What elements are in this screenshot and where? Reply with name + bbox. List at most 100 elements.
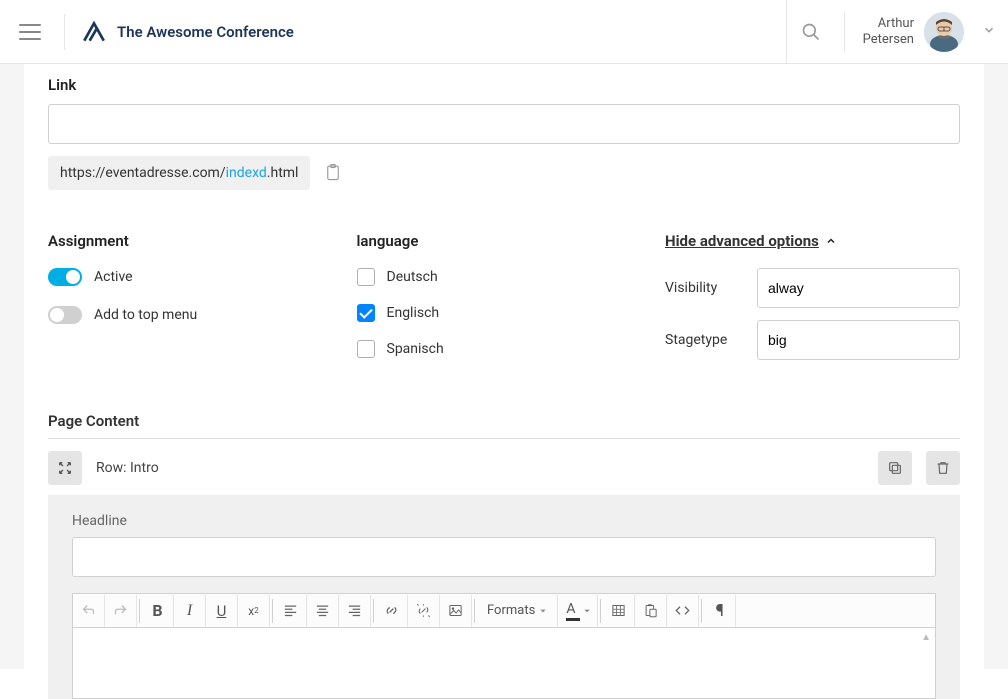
row-header: Row: Intro [48, 451, 960, 485]
brand-title: The Awesome Conference [117, 23, 294, 41]
user-first-name: Arthur [863, 16, 914, 32]
code-button[interactable] [667, 595, 699, 627]
active-toggle[interactable] [48, 268, 82, 286]
caret-down-icon [539, 607, 547, 615]
top-menu-toggle-row: Add to top menu [48, 306, 317, 324]
brand[interactable]: The Awesome Conference [81, 19, 294, 45]
divider [48, 438, 960, 439]
paragraph-button[interactable]: ¶ [704, 595, 736, 627]
advanced-toggle-label: Hide advanced options [665, 232, 819, 250]
align-left-button[interactable] [275, 595, 307, 627]
stagetype-row: Stagetype [665, 320, 960, 360]
page-content-title: Page Content [48, 412, 960, 430]
formats-label: Formats [487, 603, 535, 618]
link-input[interactable] [48, 104, 960, 144]
unlink-button[interactable] [408, 595, 440, 627]
copy-url-button[interactable] [324, 162, 344, 184]
align-right-icon [347, 603, 362, 618]
lang-deutsch-label: Deutsch [387, 269, 438, 285]
search-icon [801, 22, 821, 42]
language-title: language [357, 232, 626, 250]
image-icon [448, 603, 463, 618]
image-button[interactable] [440, 595, 472, 627]
delete-row-button[interactable] [926, 451, 960, 485]
page-body: Link https://eventadresse.com/indexd.htm… [0, 64, 1008, 669]
link-icon [384, 603, 399, 618]
copy-icon [887, 460, 903, 476]
align-left-icon [283, 603, 298, 618]
align-center-button[interactable] [307, 595, 339, 627]
font-color-button[interactable]: A [558, 595, 598, 627]
lang-deutsch-row: Deutsch [357, 268, 626, 286]
lang-spanisch-label: Spanisch [387, 341, 444, 357]
url-suffix: .html [267, 165, 299, 181]
stagetype-input[interactable] [757, 320, 960, 360]
user-last-name: Petersen [863, 32, 914, 48]
editor-toolbar: B I U x2 [73, 594, 935, 628]
chevron-up-icon [825, 235, 837, 247]
table-button[interactable] [603, 595, 635, 627]
font-color-a-icon: A [566, 601, 580, 617]
expand-row-button[interactable] [48, 451, 82, 485]
rich-text-editor: B I U x2 [72, 593, 936, 699]
user-section: Arthur Petersen [844, 12, 996, 52]
lang-spanisch-checkbox[interactable] [357, 340, 375, 358]
clipboard-icon [324, 162, 342, 182]
advanced-toggle[interactable]: Hide advanced options [665, 232, 960, 250]
visibility-input[interactable] [757, 268, 960, 308]
active-toggle-label: Active [94, 269, 133, 285]
lang-spanisch-row: Spanisch [357, 340, 626, 358]
content-card: Link https://eventadresse.com/indexd.htm… [24, 64, 984, 699]
align-center-icon [315, 603, 330, 618]
advanced-column: Hide advanced options Visibility Stagety… [665, 232, 960, 376]
underline-button[interactable]: U [206, 595, 238, 627]
formats-dropdown[interactable]: Formats [477, 595, 558, 627]
menu-button[interactable] [0, 0, 60, 64]
chevron-down-icon [982, 23, 996, 37]
link-label: Link [48, 76, 960, 94]
undo-icon [81, 603, 96, 618]
lang-englisch-checkbox[interactable] [357, 304, 375, 322]
redo-button[interactable] [105, 595, 137, 627]
search-button[interactable] [786, 0, 836, 64]
user-name: Arthur Petersen [863, 16, 914, 47]
duplicate-row-button[interactable] [878, 451, 912, 485]
avatar[interactable] [924, 12, 964, 52]
app-header: The Awesome Conference Arthur Petersen [0, 0, 1008, 64]
hamburger-icon [19, 24, 41, 40]
redo-icon [113, 603, 128, 618]
headline-input[interactable] [72, 537, 936, 577]
visibility-row: Visibility [665, 268, 960, 308]
assignment-column: Assignment Active Add to top menu [48, 232, 317, 376]
url-prefix: https://eventadresse.com/ [60, 165, 226, 181]
brand-logo-icon [81, 19, 107, 45]
avatar-person-icon [924, 12, 964, 52]
paste-icon [643, 603, 658, 618]
lang-deutsch-checkbox[interactable] [357, 268, 375, 286]
paste-button[interactable] [635, 595, 667, 627]
scroll-up-arrow[interactable]: ▲ [921, 632, 931, 643]
url-row: https://eventadresse.com/indexd.html [48, 156, 960, 190]
lang-englisch-row: Englisch [357, 304, 626, 322]
link-button[interactable] [376, 595, 408, 627]
trash-icon [935, 460, 951, 476]
superscript-button[interactable]: x2 [238, 595, 270, 627]
undo-button[interactable] [73, 595, 105, 627]
italic-button[interactable]: I [174, 595, 206, 627]
visibility-label: Visibility [665, 280, 737, 296]
active-toggle-row: Active [48, 268, 317, 286]
url-slug: indexd [226, 165, 267, 181]
lang-englisch-label: Englisch [387, 305, 440, 321]
language-column: language Deutsch Englisch Spanisch [357, 232, 626, 376]
unlink-icon [416, 603, 431, 618]
content-block: Headline B I U x2 [48, 495, 960, 699]
bold-button[interactable]: B [142, 595, 174, 627]
user-dropdown-button[interactable] [982, 23, 996, 41]
align-right-button[interactable] [339, 595, 371, 627]
top-menu-toggle[interactable] [48, 306, 82, 324]
expand-icon [57, 460, 73, 476]
row-label: Row: Intro [96, 460, 864, 476]
editor-body[interactable]: ▲ [73, 628, 935, 698]
assignment-title: Assignment [48, 232, 317, 250]
table-icon [611, 603, 626, 618]
